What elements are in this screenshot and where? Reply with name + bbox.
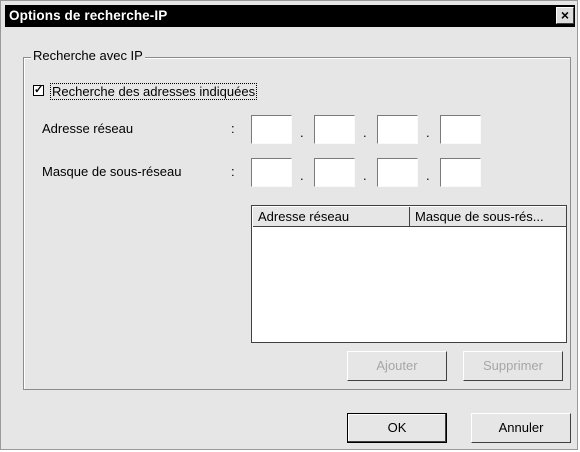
octet-separator: . xyxy=(426,168,430,183)
search-specified-addresses-label[interactable]: Recherche des adresses indiquées xyxy=(50,83,258,100)
subnet-mask-colon: : xyxy=(231,164,235,179)
window-title: Options de recherche-IP xyxy=(9,8,168,23)
ok-button[interactable]: OK xyxy=(347,413,447,443)
octet-separator: . xyxy=(426,125,430,140)
title-bar[interactable]: Options de recherche-IP × xyxy=(5,5,575,27)
network-address-octet-3[interactable] xyxy=(377,115,418,144)
cancel-button[interactable]: Annuler xyxy=(471,413,571,443)
subnet-mask-label: Masque de sous-réseau xyxy=(42,164,182,179)
octet-separator: . xyxy=(363,125,367,140)
network-address-octet-4[interactable] xyxy=(440,115,481,144)
subnet-mask-octet-2[interactable] xyxy=(314,158,355,187)
remove-button[interactable]: Supprimer xyxy=(463,351,563,381)
close-icon: × xyxy=(560,7,570,23)
network-address-octet-1[interactable] xyxy=(251,115,292,144)
groupbox-label: Recherche avec IP xyxy=(31,48,145,63)
checkmark-icon: ✓ xyxy=(34,84,44,96)
network-address-colon: : xyxy=(231,121,235,136)
subnet-mask-octet-1[interactable] xyxy=(251,158,292,187)
subnet-mask-octet-4[interactable] xyxy=(440,158,481,187)
octet-separator: . xyxy=(300,168,304,183)
column-header-subnet-mask[interactable]: Masque de sous-rés... xyxy=(410,207,566,227)
octet-separator: . xyxy=(300,125,304,140)
column-header-network-address[interactable]: Adresse réseau xyxy=(253,207,410,227)
ip-search-options-dialog: Options de recherche-IP × Recherche avec… xyxy=(0,0,578,450)
network-address-label: Adresse réseau xyxy=(42,121,134,136)
search-specified-addresses-checkbox[interactable]: ✓ xyxy=(33,85,44,96)
address-list[interactable]: Adresse réseau Masque de sous-rés... xyxy=(251,205,567,343)
add-button[interactable]: Ajouter xyxy=(347,351,447,381)
network-address-octet-2[interactable] xyxy=(314,115,355,144)
close-button[interactable]: × xyxy=(556,7,574,24)
octet-separator: . xyxy=(363,168,367,183)
subnet-mask-octet-3[interactable] xyxy=(377,158,418,187)
